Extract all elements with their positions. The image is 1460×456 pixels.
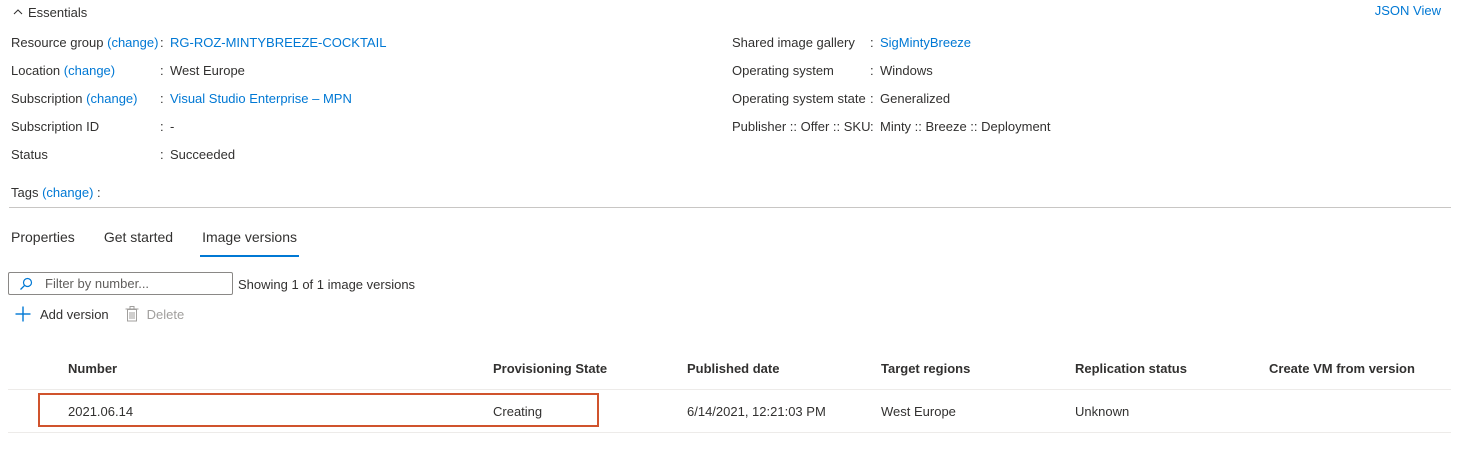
essentials-title: Essentials [28,4,88,20]
property-label: Publisher :: Offer :: SKU [732,119,871,134]
column-number[interactable]: Number [68,361,117,376]
target-regions-cell: West Europe [881,404,956,419]
status-value: Succeeded [170,147,236,162]
operating-system-value: Windows [880,63,933,78]
column-create-vm[interactable]: Create VM from version [1269,361,1415,376]
published-date-cell: 6/14/2021, 12:21:03 PM [687,404,826,419]
tab-image-versions[interactable]: Image versions [200,229,299,257]
column-target-regions[interactable]: Target regions [881,361,970,376]
separator: : [160,119,164,134]
delete-label: Delete [146,306,185,322]
os-state-value: Generalized [880,91,951,106]
tags-change-link[interactable]: (change) [42,185,93,200]
column-published-date[interactable]: Published date [687,361,779,376]
tab-get-started[interactable]: Get started [104,229,173,257]
separator: : [160,91,164,106]
separator: : [870,91,874,106]
separator: : [160,35,164,50]
json-view-link[interactable]: JSON View [1375,3,1441,18]
filter-input[interactable] [45,276,225,291]
add-version-label: Add version [40,306,109,322]
chevron-up-icon [13,9,23,15]
subscription-link[interactable]: Visual Studio Enterprise – MPN [170,90,352,108]
shared-image-gallery-link[interactable]: SigMintyBreeze [880,34,971,52]
replication-status-cell: Unknown [1075,404,1130,419]
property-label: Operating system [732,63,834,78]
property-label: Resource group [11,35,104,50]
filter-box[interactable] [8,272,233,295]
essentials-toggle[interactable]: Essentials [12,4,87,20]
table-header: Number Provisioning State Published date… [8,352,1451,390]
change-text: change [68,63,111,78]
resource-group-link[interactable]: RG-ROZ-MINTYBREEZE-COCKTAIL [170,34,386,52]
separator: : [870,35,874,50]
column-replication-status[interactable]: Replication status [1075,361,1187,376]
property-label: Location [11,63,61,78]
property-label: Operating system state [732,91,866,106]
separator: : [160,63,164,78]
result-count: Showing 1 of 1 image versions [238,277,416,292]
delete-button[interactable]: Delete [125,306,185,322]
subscription-change-link[interactable]: (change) [86,91,137,106]
toolbar: Add version Delete [14,304,200,324]
provisioning-state-cell: Creating [493,404,543,419]
column-provisioning-state[interactable]: Provisioning State [493,361,607,376]
tab-properties[interactable]: Properties [11,229,75,257]
property-label: Subscription ID [11,119,100,134]
separator: : [870,63,874,78]
image-versions-table: Number Provisioning State Published date… [8,352,1451,433]
add-version-button[interactable]: Add version [14,305,109,323]
separator: : [870,119,874,134]
tab-bar: Properties Get started Image versions [11,229,326,257]
essentials-divider [9,207,1451,208]
plus-icon [15,306,31,322]
separator: : [160,147,164,162]
location-change-link[interactable]: (change) [64,63,115,78]
search-icon [20,277,33,290]
subscription-id-value: - [170,119,175,134]
publisher-offer-sku-value: Minty :: Breeze :: Deployment [880,119,1051,134]
property-label: Status [11,147,48,162]
version-number-link[interactable]: 2021.06.14 [68,404,133,419]
property-label: Subscription [11,91,83,106]
location-value: West Europe [170,63,245,78]
resource-group-change-link[interactable]: (change) [107,35,158,50]
property-label: Tags [11,185,39,200]
trash-icon [125,306,139,322]
table-row[interactable]: 2021.06.14 Creating 6/14/2021, 12:21:03 … [8,390,1451,433]
property-label: Shared image gallery [732,35,855,50]
